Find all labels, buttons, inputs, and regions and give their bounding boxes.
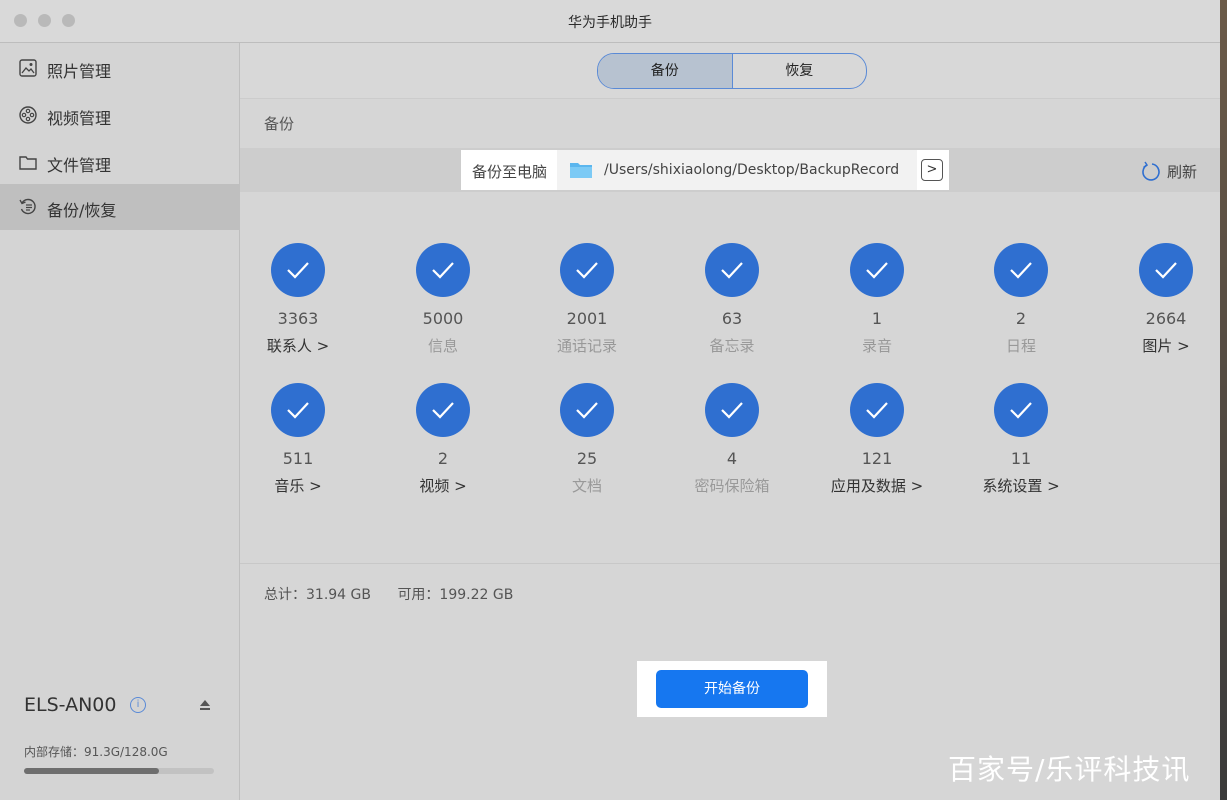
item-count: 2001 [566,309,608,328]
desktop-edge [1220,0,1227,800]
checked-icon[interactable] [560,243,614,297]
item-count: 63 [721,309,743,328]
backup-path-text: /Users/shixiaolong/Desktop/BackupRecord [604,162,900,178]
device-name: ELS-AN00 [24,694,117,716]
checked-icon[interactable] [271,243,325,297]
info-icon[interactable]: i [130,697,146,713]
item-label[interactable]: 联系人 > [233,335,363,356]
checked-icon[interactable] [850,243,904,297]
backup-restore-icon [19,198,36,215]
item-count: 2 [1015,309,1027,328]
available-size: 可用：199.22 GB [397,587,514,603]
refresh-icon [1142,161,1160,181]
photo-icon [19,59,37,77]
section-title: 备份 [264,115,295,133]
checked-icon[interactable] [994,383,1048,437]
backup-path-field[interactable]: /Users/shixiaolong/Desktop/BackupRecord [557,150,917,190]
storage-bar-fill [24,768,160,774]
storage-bar [24,768,214,774]
total-size: 总计：31.94 GB [264,587,371,603]
backup-path-bar: 备份至电脑 /Users/shixiaolong/Desktop/BackupR… [240,148,1220,192]
item-count: 25 [576,449,598,468]
item-count: 1 [871,309,883,328]
item-label: 日程 [1005,337,1036,355]
sidebar-item-label: 备份/恢复 [47,201,117,220]
item-count: 3363 [277,309,319,328]
checked-icon[interactable] [416,383,470,437]
checked-icon[interactable] [705,243,759,297]
item-count: 5000 [422,309,464,328]
item-count: 121 [861,449,893,468]
checked-icon[interactable] [416,243,470,297]
segmented-control: 备份 恢复 [597,53,867,89]
sidebar-item-photos[interactable]: 照片管理 [0,45,239,91]
watermark: 百家号/乐评科技讯 [948,753,1191,786]
sidebar-item-label: 视频管理 [47,109,112,128]
item-label[interactable]: 音乐 > [233,475,363,496]
folder-icon [570,163,592,178]
item-label: 密码保险箱 [694,477,770,495]
change-path-button[interactable]: > [921,159,943,181]
item-label: 录音 [861,337,892,355]
sidebar-item-label: 文件管理 [47,156,112,175]
item-label: 信息 [427,337,458,355]
checked-icon[interactable] [560,383,614,437]
item-label[interactable]: 系统设置 > [956,475,1086,496]
tab-restore[interactable]: 恢复 [733,54,867,88]
refresh-button[interactable]: 刷新 [1141,159,1201,183]
item-count: 2 [437,449,449,468]
sidebar-item-videos[interactable]: 视频管理 [0,92,239,138]
checked-icon[interactable] [850,383,904,437]
backup-destination-label: 备份至电脑 [472,163,548,181]
sidebar-item-label: 照片管理 [47,62,112,81]
sidebar-item-backup-restore[interactable]: 备份/恢复 [0,184,239,230]
refresh-label: 刷新 [1167,163,1198,181]
item-label: 通话记录 [556,337,617,355]
window-title: 华为手机助手 [568,15,652,31]
tab-backup[interactable]: 备份 [598,54,733,88]
start-backup-button[interactable]: 开始备份 [656,670,808,708]
checked-icon[interactable] [705,383,759,437]
checked-icon[interactable] [271,383,325,437]
item-count: 11 [1010,449,1032,468]
backup-path-box: 备份至电脑 /Users/shixiaolong/Desktop/BackupR… [461,150,949,190]
sidebar-item-files[interactable]: 文件管理 [0,139,239,185]
divider [240,563,1220,564]
item-count: 2664 [1145,309,1187,328]
item-label[interactable]: 应用及数据 > [812,475,942,496]
item-count: 511 [282,449,314,468]
item-label: 文档 [571,477,602,495]
tab-band: 备份 恢复 [240,43,1220,99]
eject-icon[interactable] [199,699,211,711]
totals: 总计：31.94 GB 可用：199.22 GB [264,584,535,604]
start-backup-frame: 开始备份 [637,661,827,717]
title-bar: 华为手机助手 [0,0,1220,43]
checked-icon[interactable] [994,243,1048,297]
sidebar: 照片管理 视频管理 文件管理 备份/恢复 ELS-AN00 i 内部存储：91.… [0,43,240,800]
item-label[interactable]: 视频 > [378,475,508,496]
item-label[interactable]: 图片 > [1101,335,1220,356]
item-count: 4 [726,449,738,468]
storage-text: 内部存储：91.3G/128.0G [24,745,168,759]
main-panel: 备份 恢复 备份 备份至电脑 /Users/shixiaolong/Deskto… [240,43,1220,800]
item-label: 备忘录 [709,337,755,355]
app-window: 华为手机助手 照片管理 视频管理 文件管理 备份/恢复 ELS-AN00 i 内… [0,0,1220,800]
folder-icon [19,156,37,170]
video-reel-icon [19,106,37,124]
checked-icon[interactable] [1139,243,1193,297]
